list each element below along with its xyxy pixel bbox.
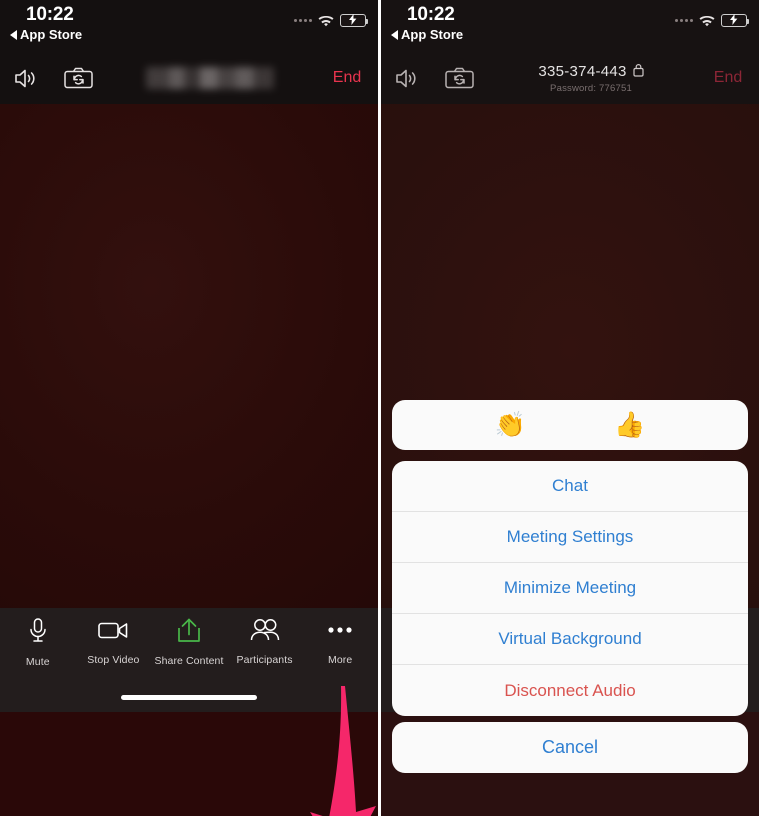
right-phone-screen: 10:22 App Store 335-374-443 Password: 77… <box>381 0 759 816</box>
meeting-toolbar-left: Mute Stop Video Share Content Participan… <box>0 608 378 712</box>
toolbar-item-participants[interactable]: Participants <box>227 618 303 666</box>
cancel-label: Cancel <box>541 737 599 757</box>
wifi-icon <box>699 15 715 27</box>
screenshot-stage: 10:22 App Store End Mute Stop Video Shar… <box>0 0 759 816</box>
speaker-button-left[interactable] <box>0 68 52 89</box>
toolbar-item-mute[interactable]: Mute <box>0 618 76 668</box>
menu-item-disconnect-audio[interactable]: Disconnect Audio <box>392 665 748 716</box>
switch-camera-icon <box>63 67 93 89</box>
menu-item-meeting-settings[interactable]: Meeting Settings <box>392 512 748 563</box>
meeting-info-right[interactable]: 335-374-443 Password: 776751 <box>485 63 697 94</box>
status-time: 10:22 <box>407 4 455 25</box>
toolbar-label-more: More <box>328 654 353 666</box>
blurred-meeting-name <box>146 67 274 89</box>
back-triangle-icon <box>391 29 398 40</box>
meeting-top-bar-left: End <box>0 52 378 104</box>
meeting-id: 335-374-443 <box>538 63 627 80</box>
video-camera-icon <box>98 618 128 647</box>
participants-icon <box>250 618 280 647</box>
toolbar-item-more[interactable]: More <box>302 618 378 666</box>
signal-dots-icon <box>675 19 693 22</box>
switch-camera-button-left[interactable] <box>52 67 104 89</box>
speaker-icon <box>395 69 416 87</box>
meeting-title-left <box>104 67 316 89</box>
clapping-hands-emoji[interactable]: 👏 <box>495 412 526 438</box>
toolbar-label-stop-video: Stop Video <box>87 654 140 666</box>
back-to-app-store[interactable]: App Store <box>391 27 463 42</box>
switch-camera-icon <box>444 67 474 89</box>
toolbar-item-stop-video[interactable]: Stop Video <box>76 618 152 666</box>
speaker-button-right[interactable] <box>381 68 433 89</box>
toolbar-label-participants: Participants <box>236 654 293 666</box>
back-label: App Store <box>401 27 464 42</box>
end-meeting-button-left[interactable]: End <box>316 69 378 87</box>
meeting-password: Password: 776751 <box>550 82 632 94</box>
thumbs-up-emoji[interactable]: 👍 <box>614 412 645 438</box>
status-bar-left: 10:22 App Store <box>0 0 378 52</box>
battery-charging-icon <box>721 13 749 27</box>
action-sheet-menu: Chat Meeting Settings Minimize Meeting V… <box>392 461 748 716</box>
battery-charging-icon <box>340 13 368 27</box>
menu-item-chat[interactable]: Chat <box>392 461 748 512</box>
share-upload-icon <box>177 618 201 648</box>
speaker-icon <box>14 69 35 87</box>
left-phone-screen: 10:22 App Store End Mute Stop Video Shar… <box>0 0 378 816</box>
switch-camera-button-right[interactable] <box>433 67 485 89</box>
lock-icon <box>633 63 644 81</box>
video-stage-left[interactable]: Invite your contacts to join this meetin… <box>0 104 378 816</box>
menu-item-minimize-meeting[interactable]: Minimize Meeting <box>392 563 748 614</box>
end-meeting-button-right[interactable]: End <box>697 69 759 87</box>
status-indicators <box>675 13 749 27</box>
back-to-app-store[interactable]: App Store <box>10 27 82 42</box>
wifi-icon <box>318 15 334 27</box>
meeting-top-bar-right: 335-374-443 Password: 776751 End <box>381 52 759 104</box>
back-triangle-icon <box>10 29 17 40</box>
status-time: 10:22 <box>26 4 74 25</box>
more-dots-icon <box>325 618 355 647</box>
toolbar-label-share-content: Share Content <box>154 655 224 667</box>
status-bar-right: 10:22 App Store <box>381 0 759 52</box>
microphone-icon <box>27 618 49 649</box>
home-indicator-left <box>121 695 257 700</box>
signal-dots-icon <box>294 19 312 22</box>
reaction-bar: 👏 👍 <box>392 400 748 450</box>
back-label: App Store <box>20 27 83 42</box>
toolbar-item-share-content[interactable]: Share Content <box>151 618 227 667</box>
menu-item-virtual-background[interactable]: Virtual Background <box>392 614 748 665</box>
toolbar-label-mute: Mute <box>25 656 50 668</box>
status-indicators <box>294 13 368 27</box>
cancel-button[interactable]: Cancel <box>392 722 748 773</box>
